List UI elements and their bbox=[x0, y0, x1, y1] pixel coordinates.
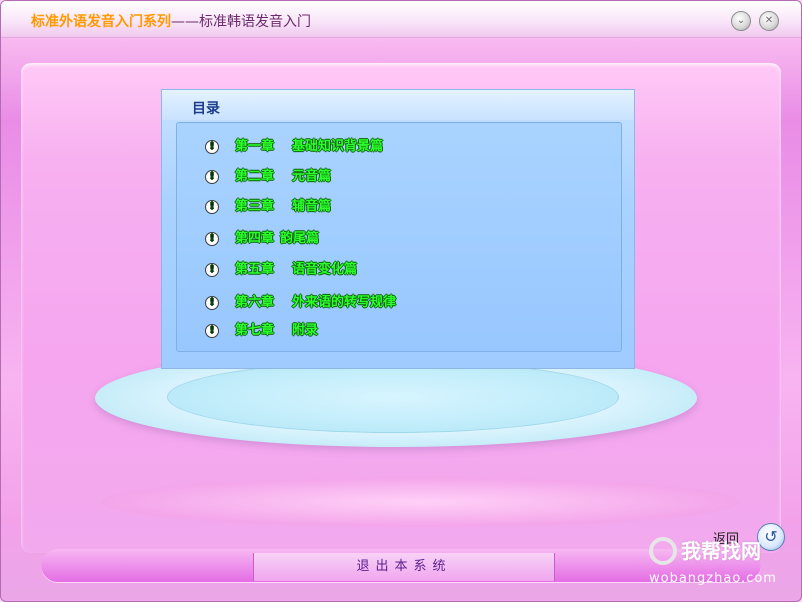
close-button[interactable]: ✕ bbox=[759, 11, 779, 31]
chapter-2-link[interactable]: ! 第二章 元音篇 bbox=[205, 165, 332, 184]
watermark-url: wobangzhao.com bbox=[649, 571, 777, 586]
toc-header: 目录 bbox=[162, 90, 634, 120]
back-arrow-icon[interactable]: ↺ bbox=[757, 523, 785, 551]
toc-title: 目录 bbox=[192, 101, 220, 117]
title-bar: 标准外语发音入门系列——标准韩语发音入门 ⌄ ✕ bbox=[1, 1, 801, 38]
info-bullet-icon: ! bbox=[205, 169, 219, 184]
chapter-number: 第二章 bbox=[235, 169, 275, 184]
chapter-number: 第一章 bbox=[235, 139, 275, 154]
chapter-name: 语音变化篇 bbox=[292, 262, 358, 277]
watermark-text: 我帮找网 bbox=[681, 539, 761, 563]
title-series: 标准外语发音入门系列 bbox=[31, 14, 171, 30]
chapter-number: 第七章 bbox=[235, 323, 275, 338]
chapter-name: 辅音篇 bbox=[292, 199, 332, 214]
exit-system-button[interactable]: 退出本系统 bbox=[253, 553, 555, 581]
chapter-3-link[interactable]: ! 第三章 辅音篇 bbox=[205, 195, 332, 214]
chapter-7-link[interactable]: ! 第七章 附录 bbox=[205, 319, 319, 338]
chapter-1-link[interactable]: ! 第一章 基础知识背景篇 bbox=[205, 135, 384, 154]
info-bullet-icon: ! bbox=[205, 139, 219, 154]
chapter-4-link[interactable]: ! 第四章 韵尾篇 bbox=[205, 227, 320, 246]
title-course: ——标准韩语发音入门 bbox=[171, 14, 311, 30]
app-window: 标准外语发音入门系列——标准韩语发音入门 ⌄ ✕ 目录 ! 第一章 基础知识背景篇 … bbox=[0, 0, 802, 602]
chapter-name: 外来语的转写规律 bbox=[292, 295, 397, 310]
chapter-number: 第三章 bbox=[235, 199, 275, 214]
chapter-number: 第六章 bbox=[235, 295, 275, 310]
chapter-name: 元音篇 bbox=[292, 169, 332, 184]
toc-list: ! 第一章 基础知识背景篇 ! 第二章 元音篇 ! 第三章 辅音篇 ! 第四章 韵尾篇 ! 第五章… bbox=[176, 122, 622, 352]
chapter-name: 韵尾篇 bbox=[280, 231, 320, 246]
minimize-button[interactable]: ⌄ bbox=[731, 11, 751, 31]
chapter-number: 第四章 bbox=[235, 231, 275, 246]
chapter-6-link[interactable]: ! 第六章 外来语的转写规律 bbox=[205, 291, 397, 310]
window-title: 标准外语发音入门系列——标准韩语发音入门 bbox=[31, 11, 311, 31]
info-bullet-icon: ! bbox=[205, 199, 219, 214]
magnifier-watermark-icon bbox=[649, 537, 677, 565]
info-bullet-icon: ! bbox=[205, 262, 219, 277]
toc-panel: 目录 ! 第一章 基础知识背景篇 ! 第二章 元音篇 ! 第三章 辅音篇 ! 第四章 韵尾篇 !… bbox=[161, 89, 635, 369]
floor-glow bbox=[101, 477, 741, 527]
chapter-name: 基础知识背景篇 bbox=[292, 139, 384, 154]
platform-inner bbox=[167, 361, 619, 433]
chapter-5-link[interactable]: ! 第五章 语音变化篇 bbox=[205, 258, 358, 277]
chapter-number: 第五章 bbox=[235, 262, 275, 277]
info-bullet-icon: ! bbox=[205, 295, 219, 310]
chapter-name: 附录 bbox=[292, 323, 319, 338]
info-bullet-icon: ! bbox=[205, 231, 219, 246]
info-bullet-icon: ! bbox=[205, 323, 219, 338]
